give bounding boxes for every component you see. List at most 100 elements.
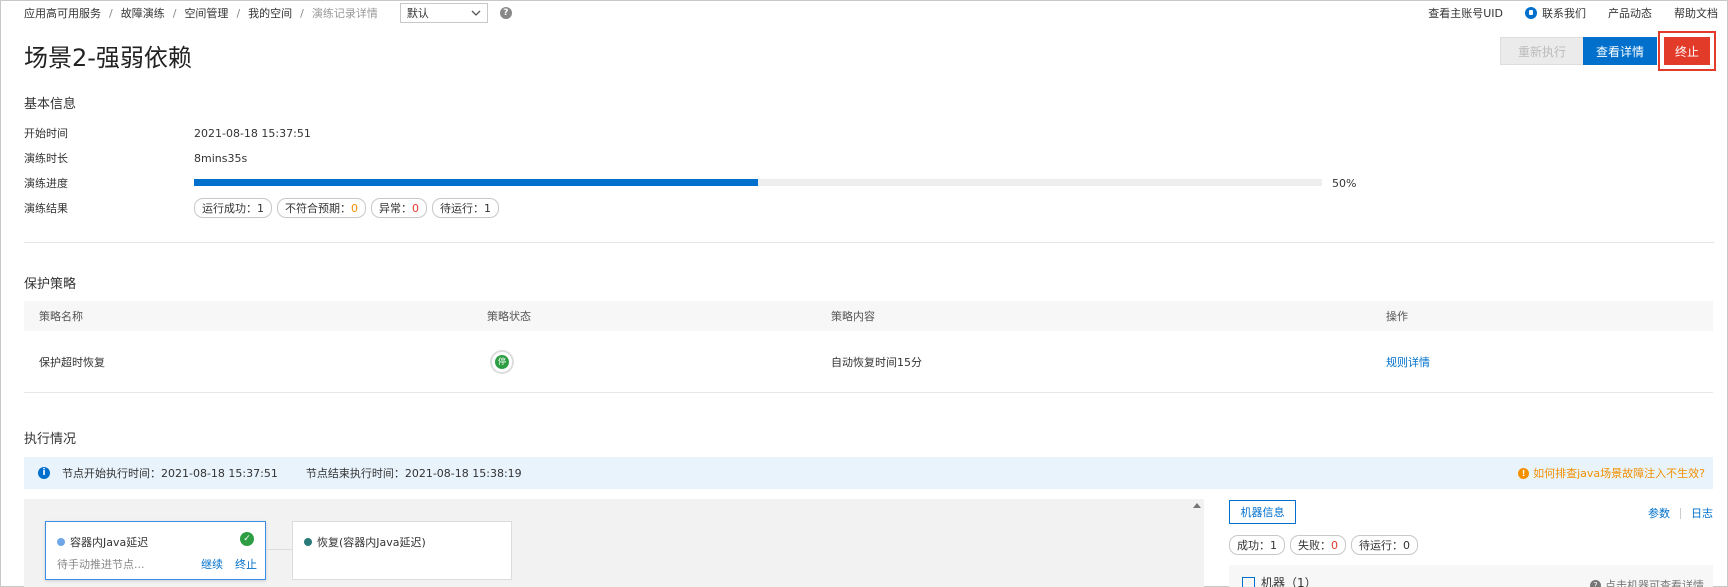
flow-node-recover[interactable]: 恢复(容器内Java延迟) <box>292 521 512 580</box>
stop-button[interactable]: 终止 <box>1664 37 1710 65</box>
view-detail-button[interactable]: 查看详情 <box>1583 37 1657 65</box>
check-icon: ✓ <box>240 532 254 546</box>
start-time-value: 2021-08-18 15:37:51 <box>194 126 311 140</box>
status-badge: 停 <box>495 354 509 369</box>
breadcrumb-item[interactable]: 应用高可用服务 <box>24 5 101 21</box>
column-header: 策略内容 <box>831 310 875 323</box>
policy-title: 保护策略 <box>24 277 77 292</box>
result-tag-success: 运行成功：1 <box>194 198 272 218</box>
machine-result-tags: 成功：1 失败：0 待运行：0 <box>1229 535 1418 555</box>
breadcrumb-item[interactable]: 我的空间 <box>248 5 292 21</box>
progress-bar <box>194 179 1322 186</box>
start-time-label: 开始时间 <box>24 127 68 140</box>
chevron-down-icon <box>471 10 481 16</box>
shield-status-icon: 停 <box>490 349 514 374</box>
progress-bar-fill <box>194 179 758 186</box>
rule-detail-link[interactable]: 规则详情 <box>1386 356 1430 369</box>
warning-icon: ! <box>1518 467 1530 479</box>
panel-links: 参数 日志 <box>1648 505 1713 521</box>
tag-label: 失败： <box>1298 539 1331 552</box>
tag-count: 1 <box>484 202 491 215</box>
tag-count: 0 <box>412 202 419 215</box>
machine-tag-pending: 待运行：0 <box>1351 535 1418 555</box>
help-docs-link[interactable]: 帮助文档 <box>1674 5 1718 21</box>
table-row: 保护超时恢复 停 自动恢复时间15分 规则详情 <box>24 331 1713 393</box>
breadcrumb: 应用高可用服务 / 故障演练 / 空间管理 / 我的空间 / 演练记录详情 <box>24 5 378 21</box>
node-stop-button[interactable]: 终止 <box>235 556 257 572</box>
scroll-up-arrow-icon[interactable] <box>1193 503 1201 508</box>
top-links: 查看主账号UID 联系我们 产品动态 帮助文档 <box>1428 5 1718 21</box>
link-divider <box>1680 507 1681 519</box>
log-link[interactable]: 日志 <box>1691 505 1713 521</box>
tag-label: 待运行： <box>1359 539 1403 552</box>
troubleshoot-link[interactable]: ! 如何排查java场景故障注入不生效? <box>1518 465 1705 481</box>
execution-alert: i 节点开始执行时间：2021-08-18 15:37:51 节点结束执行时间：… <box>24 457 1713 489</box>
result-tag-unexpected: 不符合预期：0 <box>277 198 366 218</box>
tip-text: 点击机器可查看详情 <box>1605 579 1704 587</box>
rerun-button[interactable]: 重新执行 <box>1500 37 1584 65</box>
table-header: 策略名称 策略状态 策略内容 操作 <box>24 301 1713 331</box>
result-tags: 运行成功：1 不符合预期：0 异常：0 待运行：1 <box>194 198 499 218</box>
result-row: 演练结果 运行成功：1 不符合预期：0 异常：0 待运行：1 <box>24 198 499 218</box>
tag-count: 1 <box>257 202 264 215</box>
policy-name: 保护超时恢复 <box>39 355 105 369</box>
tag-label: 异常： <box>379 202 412 215</box>
params-link[interactable]: 参数 <box>1648 505 1670 521</box>
breadcrumb-current: 演练记录详情 <box>311 7 378 20</box>
execution-title: 执行情况 <box>24 432 77 447</box>
node-title: 容器内Java延迟 <box>70 536 149 549</box>
policy-content: 自动恢复时间15分 <box>831 355 922 369</box>
machine-list-title: 机器（1） <box>1242 574 1317 587</box>
tag-label: 运行成功： <box>202 202 257 215</box>
duration-value: 8mins35s <box>194 151 248 165</box>
tag-count: 0 <box>1403 539 1410 552</box>
tag-label: 成功： <box>1237 539 1270 552</box>
contact-link[interactable]: 联系我们 <box>1525 5 1586 21</box>
policy-table: 策略名称 策略状态 策略内容 操作 保护超时恢复 停 自动恢复时间15分 规则详… <box>24 301 1713 393</box>
column-header: 策略状态 <box>487 310 531 323</box>
view-uid-link[interactable]: 查看主账号UID <box>1428 5 1503 21</box>
contact-icon <box>1525 7 1537 19</box>
machine-info-tab[interactable]: 机器信息 <box>1229 500 1296 524</box>
product-news-link[interactable]: 产品动态 <box>1608 5 1652 21</box>
node-dot-icon <box>304 538 312 546</box>
node-dot-icon <box>57 538 65 546</box>
machine-tag-failed: 失败：0 <box>1290 535 1346 555</box>
node-header: 容器内Java延迟 <box>57 534 148 550</box>
result-tag-pending: 待运行：1 <box>432 198 499 218</box>
machine-tag-success: 成功：1 <box>1229 535 1285 555</box>
node-title: 恢复(容器内Java延迟) <box>317 536 426 549</box>
node-status: 待手动推进节点... <box>57 558 145 571</box>
tag-label: 不符合预期： <box>285 202 351 215</box>
start-time-row: 开始时间 2021-08-18 15:37:51 <box>24 125 311 141</box>
machine-icon <box>1242 577 1255 587</box>
basic-info-title: 基本信息 <box>24 97 77 112</box>
top-bar: 应用高可用服务 / 故障演练 / 空间管理 / 我的空间 / 演练记录详情 默认… <box>24 3 1718 23</box>
node-header: 恢复(容器内Java延迟) <box>304 534 426 550</box>
stop-button-highlight: 终止 <box>1658 31 1716 71</box>
progress-percent: 50% <box>1332 177 1357 190</box>
section-divider <box>24 242 1714 243</box>
tag-count: 0 <box>1331 539 1338 552</box>
question-icon: ? <box>1590 579 1601 587</box>
machine-count: 机器（1） <box>1261 576 1317 587</box>
policy-status-cell: 停 <box>472 349 816 374</box>
flow-node-java-delay[interactable]: 容器内Java延迟 ✓ 待手动推进节点... 继续 终止 <box>45 521 266 580</box>
breadcrumb-item[interactable]: 故障演练 <box>121 5 165 21</box>
info-icon: i <box>38 467 50 479</box>
duration-row: 演练时长 8mins35s <box>24 150 247 166</box>
breadcrumb-item[interactable]: 空间管理 <box>184 5 228 21</box>
click-machine-tip: ? 点击机器可查看详情 <box>1590 577 1704 587</box>
flow-connector <box>266 549 292 550</box>
progress-row: 演练进度 <box>24 175 194 191</box>
column-header: 策略名称 <box>39 310 83 323</box>
help-icon[interactable]: ? <box>499 7 512 19</box>
namespace-select[interactable]: 默认 <box>399 3 488 23</box>
select-value: 默认 <box>406 7 429 20</box>
contact-label: 联系我们 <box>1542 7 1586 20</box>
tag-count: 1 <box>1270 539 1277 552</box>
result-label: 演练结果 <box>24 202 68 215</box>
tag-count: 0 <box>351 202 358 215</box>
continue-button[interactable]: 继续 <box>201 556 223 572</box>
progress-label: 演练进度 <box>24 177 68 190</box>
